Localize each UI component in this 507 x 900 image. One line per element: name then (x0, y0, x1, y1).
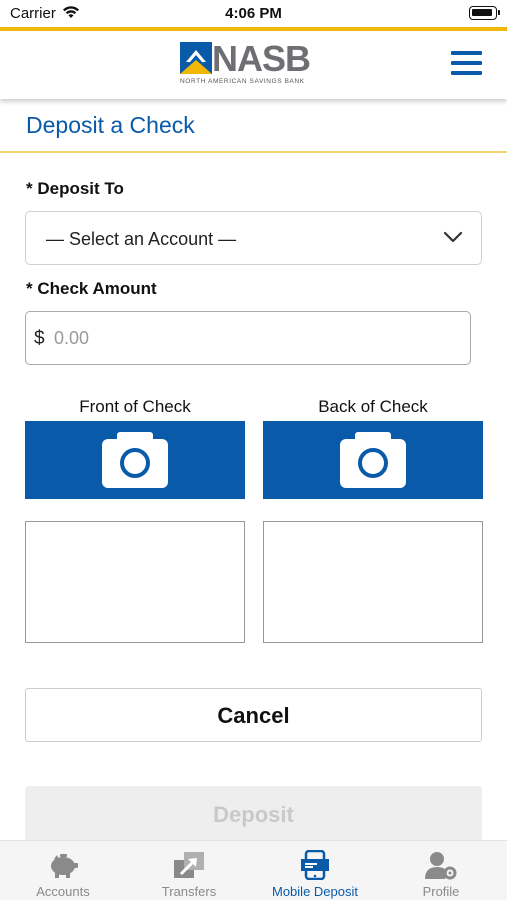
status-bar: Carrier 4:06 PM (0, 0, 507, 27)
tab-bar: Accounts Transfers Mobile Deposit Profil… (0, 840, 507, 900)
tab-label: Transfers (161, 884, 217, 899)
piggy-bank-icon (51, 854, 78, 878)
tab-accounts[interactable]: Accounts (0, 841, 126, 900)
deposit-to-label: * Deposit To (26, 179, 124, 198)
tab-transfers[interactable]: Transfers (126, 841, 252, 900)
capture-back-button[interactable] (263, 421, 483, 499)
hamburger-menu-icon[interactable] (451, 51, 483, 77)
tab-label: Profile (422, 884, 460, 899)
tab-mobile-deposit[interactable]: Mobile Deposit (252, 841, 378, 900)
capture-front-button[interactable] (25, 421, 245, 499)
clock: 4:06 PM (225, 5, 282, 22)
check-amount-label: * Check Amount (26, 279, 157, 298)
transfer-arrows-icon (174, 852, 204, 878)
cancel-button[interactable]: Cancel (25, 688, 482, 742)
currency-symbol: $ (34, 328, 45, 349)
deposit-button[interactable]: Deposit (25, 786, 482, 842)
back-of-check-label: Back of Check (318, 397, 428, 416)
nasb-logo[interactable]: NASB NORTH AMERICAN SAVINGS BANK (180, 38, 330, 90)
app-header: NASB NORTH AMERICAN SAVINGS BANK (0, 31, 507, 99)
tab-label: Mobile Deposit (272, 884, 358, 899)
back-check-preview (263, 521, 483, 643)
logo-subtitle: NORTH AMERICAN SAVINGS BANK (180, 78, 305, 85)
front-check-preview (25, 521, 245, 643)
camera-icon (102, 432, 168, 488)
check-amount-input[interactable] (54, 322, 454, 354)
tab-label: Accounts (36, 884, 90, 899)
front-of-check-label: Front of Check (79, 397, 191, 416)
account-select[interactable]: — Select an Account — (25, 211, 482, 265)
user-gear-icon (425, 852, 457, 880)
battery-icon (469, 6, 500, 20)
page-title: Deposit a Check (26, 112, 195, 138)
account-select-value: — Select an Account — (46, 229, 237, 249)
camera-icon (340, 432, 406, 488)
check-amount-field[interactable]: $ (25, 311, 471, 365)
chevron-down-icon (443, 231, 463, 243)
logo-mark-icon (180, 42, 212, 74)
logo-wordmark: NASB (212, 38, 311, 79)
tab-profile[interactable]: Profile (378, 841, 504, 900)
mobile-deposit-icon (301, 850, 329, 880)
title-divider (0, 151, 507, 153)
